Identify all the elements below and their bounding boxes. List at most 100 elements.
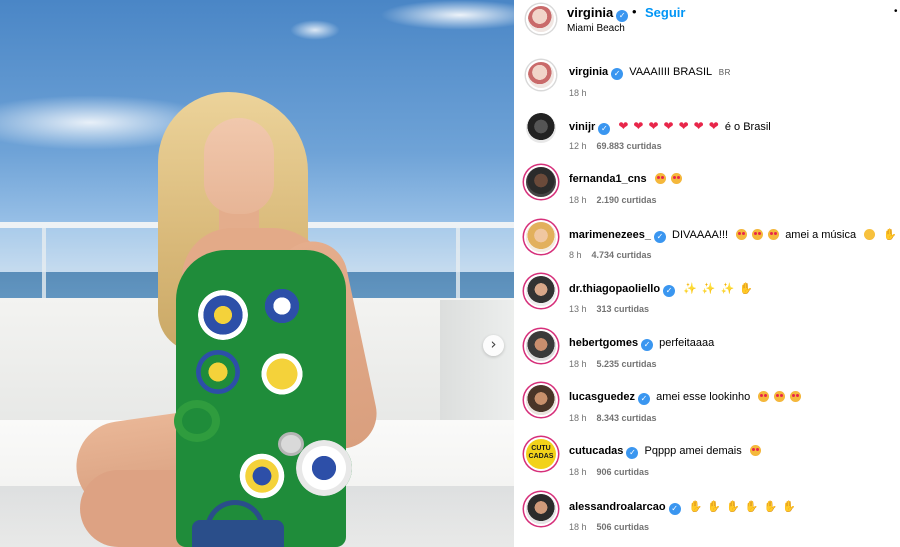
comment-text-2: amei a música xyxy=(785,229,857,241)
comment-text: perfeitaaaa xyxy=(659,337,715,349)
dress-motif xyxy=(296,440,352,496)
comment-username[interactable]: alessandroalarcao xyxy=(569,501,666,513)
header-username[interactable]: virginia xyxy=(567,5,613,20)
verified-badge-icon: ✓ xyxy=(653,231,666,243)
dress-motif xyxy=(258,350,306,398)
comment-username[interactable]: hebertgomes xyxy=(569,337,638,349)
comment-text: é o Brasil xyxy=(724,121,771,133)
avatar[interactable] xyxy=(526,385,556,415)
comment-username[interactable]: lucasguedez xyxy=(569,391,635,403)
verified-badge-icon: ✓ xyxy=(668,503,681,515)
comment-likes[interactable]: 69.883 curtidas xyxy=(597,141,662,151)
heart-emoji-icon: ❤ xyxy=(708,119,719,133)
comment-item: CUTU CADAS cutucadas ✓ Pqppp amei demais 1… xyxy=(514,439,900,493)
verified-badge-icon: ✓ xyxy=(641,339,654,351)
dress-motif xyxy=(198,290,248,340)
more-options-icon[interactable]: • xyxy=(894,6,898,17)
sparkles-emoji-icon: ✨ xyxy=(683,283,697,295)
comment-item: marimenezees_ ✓ DIVAAAA!!! amei a música … xyxy=(514,222,900,276)
comment-likes[interactable]: 506 curtidas xyxy=(597,522,650,532)
green-bracelet xyxy=(174,400,220,442)
dress-motif xyxy=(262,286,302,326)
heart-eyes-emoji-icon xyxy=(790,391,802,402)
woman-face xyxy=(204,118,274,214)
railing-post xyxy=(456,228,460,300)
separator-dot-icon: • xyxy=(632,4,637,19)
heart-eyes-emoji-icon xyxy=(670,173,682,184)
heart-emoji-icon: ❤ xyxy=(618,119,629,133)
comment-time: 18 h xyxy=(569,88,587,98)
avatar[interactable] xyxy=(526,113,556,143)
comment-item: virginia ✓ VAAAIIII BRASIL BR 18 h xyxy=(514,60,900,114)
avatar[interactable] xyxy=(526,60,556,90)
verified-badge-icon: ✓ xyxy=(611,68,624,80)
clapping-hands-emoji-icon: ✋ xyxy=(688,501,703,513)
balcony-wall-side xyxy=(440,300,514,440)
dress-motif xyxy=(236,450,288,502)
post-header: virginia ✓ • Seguir Miami Beach • xyxy=(514,0,900,47)
avatar[interactable] xyxy=(526,276,556,306)
comment-username[interactable]: dr.thiagopaoliello xyxy=(569,283,660,295)
praying-hands-emoji-icon: ✋ xyxy=(739,283,753,295)
praying-hands-emoji-icon: ✋ xyxy=(883,229,897,241)
heart-emoji-icon: ❤ xyxy=(648,119,659,133)
comment-time: 13 h xyxy=(569,304,587,314)
heart-eyes-emoji-icon xyxy=(752,229,764,240)
chevron-right-icon[interactable]: › xyxy=(483,335,504,356)
heart-emoji-icon: ❤ xyxy=(663,119,674,133)
avatar[interactable] xyxy=(526,331,556,361)
heart-eyes-emoji-icon xyxy=(654,173,666,184)
comment-time: 18 h xyxy=(569,467,587,477)
comment-likes[interactable]: 8.343 curtidas xyxy=(597,413,657,423)
clapping-hands-emoji-icon: ✋ xyxy=(707,501,722,513)
comment-item: lucasguedez ✓ amei esse lookinho 18 h 8.34… xyxy=(514,385,900,439)
comment-time: 12 h xyxy=(569,141,587,151)
heart-eyes-emoji-icon xyxy=(758,391,770,402)
comment-likes[interactable]: 5.235 curtidas xyxy=(597,359,657,369)
avatar[interactable]: CUTU CADAS xyxy=(526,439,556,469)
comment-likes[interactable]: 2.190 curtidas xyxy=(597,195,657,205)
clapping-hands-emoji-icon: ✋ xyxy=(763,501,778,513)
follow-button[interactable]: Seguir xyxy=(645,5,685,20)
comment-username[interactable]: virginia xyxy=(569,66,608,78)
verified-badge-icon: ✓ xyxy=(616,10,629,22)
wrist-watch xyxy=(278,432,304,456)
avatar[interactable] xyxy=(526,4,556,34)
comment-username[interactable]: fernanda1_cns xyxy=(569,173,647,185)
avatar[interactable] xyxy=(526,167,556,197)
comment-likes[interactable]: 906 curtidas xyxy=(597,467,650,477)
avatar[interactable] xyxy=(526,494,556,524)
railing-post xyxy=(42,228,46,300)
comment-time: 18 h xyxy=(569,359,587,369)
comment-username[interactable]: vinijr xyxy=(569,121,595,133)
comment-text: Pqppp amei demais xyxy=(644,445,742,457)
verified-badge-icon: ✓ xyxy=(638,393,651,405)
heart-emoji-icon: ❤ xyxy=(693,119,704,133)
sparkles-emoji-icon: ✨ xyxy=(720,283,735,295)
comment-time: 8 h xyxy=(569,250,582,260)
comment-text: DIVAAAA!!! xyxy=(672,229,729,241)
dress-motif xyxy=(196,350,240,394)
verified-badge-icon: ✓ xyxy=(626,447,639,459)
comment-item: alessandroalarcao ✓ ✋ ✋ ✋ ✋ ✋ ✋ 18 h 506 curtid… xyxy=(514,494,900,547)
comment-username[interactable]: marimenezees_ xyxy=(569,229,651,241)
comment-username[interactable]: cutucadas xyxy=(569,445,623,457)
comment-item: vinijr ✓ ❤ ❤ ❤ ❤ ❤ ❤ ❤ é o Brasil 12 h 69.883 cu… xyxy=(514,113,900,167)
heart-emoji-icon: ❤ xyxy=(678,119,689,133)
avatar[interactable] xyxy=(526,222,556,252)
comment-time: 18 h xyxy=(569,413,587,423)
heart-eyes-emoji-icon xyxy=(774,391,786,402)
post-photo[interactable]: › xyxy=(0,0,514,547)
sky-cloud xyxy=(380,0,514,30)
location-link[interactable]: Miami Beach xyxy=(567,23,625,34)
comment-time: 18 h xyxy=(569,195,587,205)
comment-likes[interactable]: 4.734 curtidas xyxy=(592,250,652,260)
comment-item: dr.thiagopaoliello ✓ ✨ ✨ ✨ ✋ 13 h 313 curtida… xyxy=(514,276,900,330)
comment-likes[interactable]: 313 curtidas xyxy=(597,304,650,314)
heart-emoji-icon: ❤ xyxy=(633,119,644,133)
comment-text: amei esse lookinho xyxy=(656,391,751,403)
comment-time: 18 h xyxy=(569,522,587,532)
comment-item: hebertgomes ✓ perfeitaaaa 18 h 5.235 curti… xyxy=(514,331,900,385)
clapping-hands-emoji-icon: ✋ xyxy=(782,501,796,513)
heart-eyes-emoji-icon xyxy=(768,229,780,240)
